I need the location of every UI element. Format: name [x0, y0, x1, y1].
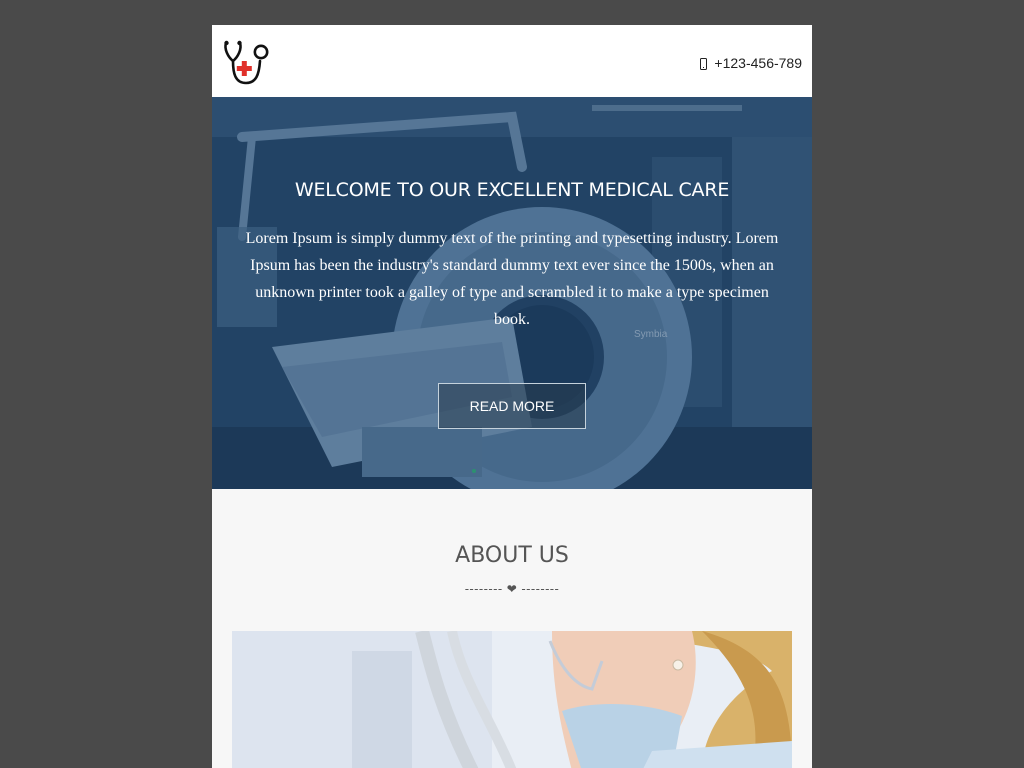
stethoscope-cross-icon[interactable]	[222, 39, 270, 85]
about-title: ABOUT US	[455, 543, 569, 568]
email-container: +123-456-789 Symbia WELCOME TO OUR EXCEL…	[212, 25, 812, 768]
hero-banner: Symbia WELCOME TO OUR EXCELLENT MEDICAL …	[212, 97, 812, 489]
heart-divider: -------- ❤ --------	[464, 582, 560, 596]
phone-contact[interactable]: +123-456-789	[700, 55, 802, 71]
hero-title: WELCOME TO OUR EXCELLENT MEDICAL CARE	[294, 179, 730, 201]
phone-number[interactable]: +123-456-789	[714, 55, 802, 71]
dentist-with-mask-photo	[232, 631, 792, 768]
header: +123-456-789	[212, 25, 812, 97]
mobile-phone-icon	[700, 58, 708, 70]
hero-description: Lorem Ipsum is simply dummy text of the …	[245, 230, 779, 328]
read-more-button[interactable]: READ MORE	[438, 383, 586, 429]
about-section: ABOUT US -------- ❤ --------	[212, 489, 812, 768]
